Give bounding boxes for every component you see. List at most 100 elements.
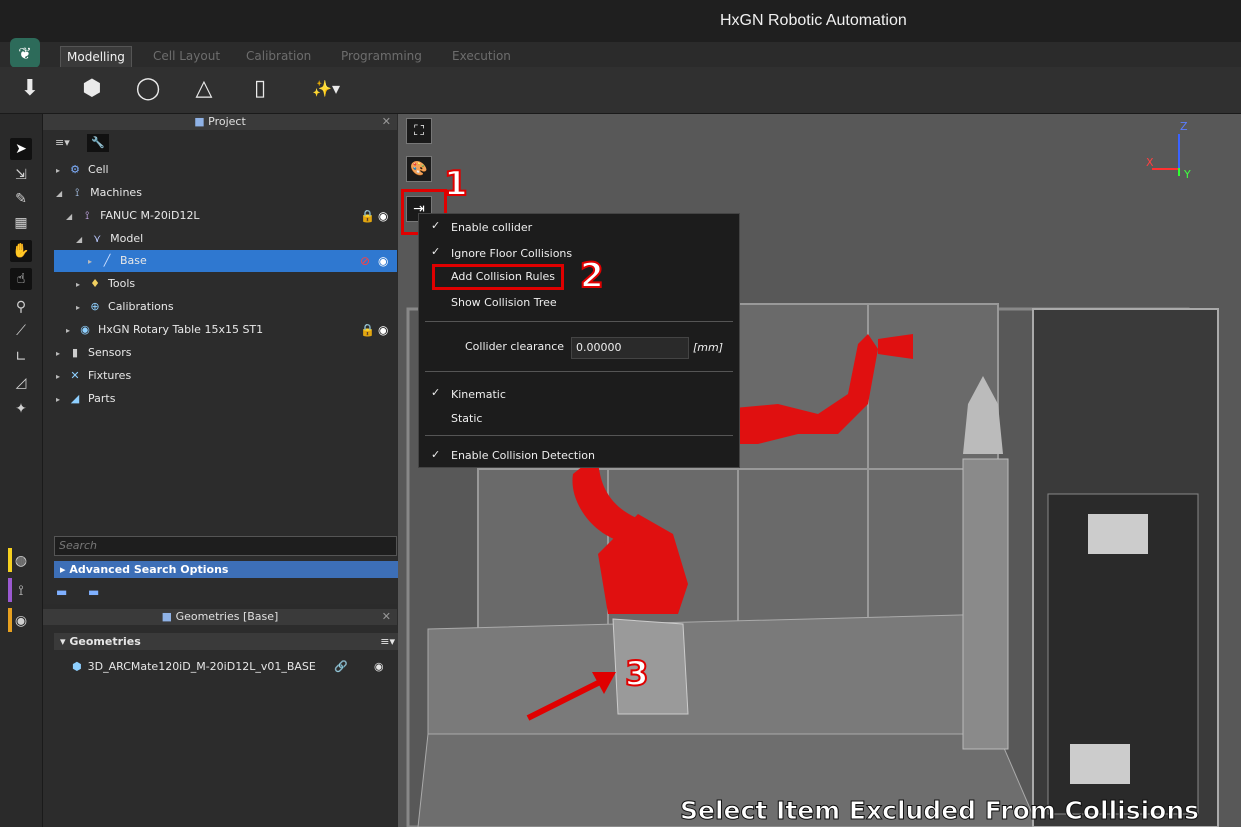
- geometry-icon: ⬢: [72, 660, 82, 673]
- tab-execution[interactable]: Execution: [446, 46, 517, 66]
- geometries-panel-header: ■ Geometries [Base] ✕: [43, 609, 397, 625]
- menu-separator: [425, 371, 733, 372]
- close-icon[interactable]: ✕: [382, 609, 391, 625]
- part-tool-icon[interactable]: ◍: [10, 550, 32, 572]
- menu-separator: [425, 435, 733, 436]
- folder-icon[interactable]: ▬: [88, 585, 99, 599]
- arrow-step-3: [526, 672, 616, 721]
- geometries-section-header[interactable]: ▾ Geometries ≡▾: [54, 633, 403, 650]
- tree-item-base[interactable]: ▸ ╱ Base ⊘ ◉: [54, 250, 397, 272]
- cube-icon[interactable]: ⬢: [78, 75, 106, 103]
- fullscreen-icon[interactable]: ⛶: [406, 118, 432, 144]
- tab-programming[interactable]: Programming: [335, 46, 428, 66]
- list-options-icon[interactable]: ≡▾: [55, 136, 70, 149]
- menu-static[interactable]: Static: [451, 409, 482, 429]
- eye-icon[interactable]: ◉: [374, 657, 384, 677]
- rotary-table-icon: ◉: [80, 323, 90, 336]
- measure-icon[interactable]: ⟋: [10, 320, 32, 342]
- shapes-icon[interactable]: ✦: [10, 398, 32, 420]
- robot-pick-icon[interactable]: ✋: [10, 240, 32, 262]
- tab-cell-layout[interactable]: Cell Layout: [147, 46, 226, 66]
- checkmark-icon: ✓: [431, 219, 441, 232]
- clearance-unit: [mm]: [693, 341, 724, 354]
- checkmark-icon: ✓: [431, 245, 441, 258]
- menu-ignore-floor-collisions[interactable]: Ignore Floor Collisions: [451, 244, 572, 264]
- move-icon[interactable]: ⇲: [10, 164, 32, 186]
- tree-item-machines[interactable]: ◢ ⟟ Machines: [56, 182, 142, 204]
- eye-icon[interactable]: ◉: [378, 205, 388, 227]
- lock-icon[interactable]: 🔒: [360, 319, 375, 341]
- title-bar: [0, 0, 1241, 42]
- folder-icon: ■: [194, 115, 205, 128]
- grid-icon[interactable]: ▦: [10, 212, 32, 234]
- cone-icon[interactable]: △: [190, 75, 218, 103]
- step-2-label: 2: [579, 255, 605, 297]
- project-panel-title: Project: [208, 115, 246, 128]
- select-arrow-icon[interactable]: ➤: [10, 138, 32, 160]
- axis-icon[interactable]: ∟: [10, 346, 32, 368]
- collider-clearance-input[interactable]: 0.00000: [571, 337, 689, 359]
- menu-enable-collider[interactable]: Enable collider: [451, 218, 532, 238]
- axis-x-label: X: [1146, 156, 1154, 169]
- sphere-icon[interactable]: ◯: [134, 75, 162, 103]
- tree-item-tools[interactable]: ▸ ♦ Tools: [76, 273, 135, 295]
- rotary-tool-icon[interactable]: ◉: [10, 610, 32, 632]
- axis-y-label: Y: [1184, 168, 1191, 181]
- project-panel-header: ■ Project ✕: [43, 114, 397, 130]
- app-title: HxGN Robotic Automation: [720, 12, 907, 29]
- tree-item-fanuc[interactable]: ◢ ⟟ FANUC M-20iD12L 🔒 ◉: [66, 205, 396, 227]
- menu-enable-collision-detection[interactable]: Enable Collision Detection: [451, 446, 595, 466]
- tab-modelling[interactable]: Modelling: [60, 46, 132, 67]
- robot-icon: ⟟: [75, 186, 80, 199]
- tree-item-rotary-table[interactable]: ▸ ◉ HxGN Rotary Table 15x15 ST1 🔒 ◉: [66, 319, 396, 341]
- no-collision-icon[interactable]: ⊘: [360, 250, 370, 272]
- collider-context-menu: ✓ Enable collider ✓ Ignore Floor Collisi…: [418, 213, 740, 468]
- magic-wand-dropdown-icon[interactable]: ✨▾: [304, 75, 348, 103]
- app-logo-icon[interactable]: ❦: [10, 38, 40, 68]
- tree-item-calibrations[interactable]: ▸ ⊕ Calibrations: [76, 296, 174, 318]
- collider-clearance-label: Collider clearance: [465, 340, 565, 353]
- menu-show-collision-tree[interactable]: Show Collision Tree: [451, 293, 557, 313]
- step-1-label: 1: [443, 163, 469, 205]
- paint-icon[interactable]: ✎: [10, 188, 32, 210]
- highlight-step-2: [432, 264, 564, 290]
- model-icon: ⋎: [93, 232, 102, 245]
- tree-item-parts[interactable]: ▸ ◢ Parts: [56, 388, 115, 410]
- folder-open-icon[interactable]: ▬: [56, 585, 67, 599]
- geometry-icon: ■: [161, 610, 173, 623]
- robot-arm-icon: ⟟: [85, 209, 90, 222]
- list-options-icon[interactable]: ≡▾: [380, 633, 395, 650]
- location-icon[interactable]: ⚲: [10, 296, 32, 318]
- pen-icon: ╱: [103, 254, 111, 267]
- sensor-icon: ▮: [71, 346, 79, 359]
- tab-calibration[interactable]: Calibration: [240, 46, 317, 66]
- link-icon[interactable]: 🔗: [334, 657, 348, 677]
- cell-icon: ⚙: [70, 163, 80, 176]
- plane-icon[interactable]: ◿: [10, 372, 32, 394]
- checkmark-icon: ✓: [431, 448, 441, 461]
- robot-teach-icon[interactable]: ☝: [10, 268, 32, 290]
- close-icon[interactable]: ✕: [382, 114, 391, 130]
- geometries-panel-title: Geometries [Base]: [175, 610, 279, 623]
- tree-item-fixtures[interactable]: ▸ ✕ Fixtures: [56, 365, 131, 387]
- fixture-icon: ✕: [70, 369, 80, 382]
- search-input[interactable]: Search: [54, 536, 397, 556]
- eye-icon[interactable]: ◉: [378, 319, 388, 341]
- advanced-search-options[interactable]: ▸ Advanced Search Options: [54, 561, 398, 578]
- part-icon: ◢: [70, 392, 80, 405]
- tree-item-model[interactable]: ◢ ⋎ Model: [76, 228, 143, 250]
- ribbon-toolbar: ⬇ ⬢ ◯ △ ▯ ✨▾: [0, 67, 1241, 114]
- import-box-icon[interactable]: ⬇: [16, 75, 44, 103]
- wrench-icon[interactable]: 🔧: [87, 134, 109, 152]
- tree-item-cell[interactable]: ▸ ⚙ Cell: [56, 159, 109, 181]
- cylinder-icon[interactable]: ▯: [246, 75, 274, 103]
- menu-kinematic[interactable]: Kinematic: [451, 385, 506, 405]
- robot-tool-icon[interactable]: ⟟: [10, 580, 32, 602]
- geometry-item[interactable]: ⬢ 3D_ARCMate120iD_M-20iD12L_v01_BASE 🔗 ◉: [72, 657, 392, 677]
- left-toolbar: ➤ ⇲ ✎ ▦ ✋ ☝ ⚲ ⟋ ∟ ◿ ✦ ◍ ⟟ ◉: [0, 114, 43, 827]
- lock-icon[interactable]: 🔒: [360, 205, 375, 227]
- tree-item-sensors[interactable]: ▸ ▮ Sensors: [56, 342, 131, 364]
- calibration-icon: ⊕: [90, 300, 100, 313]
- paint-palette-icon[interactable]: 🎨: [406, 156, 432, 182]
- eye-icon[interactable]: ◉: [378, 250, 388, 272]
